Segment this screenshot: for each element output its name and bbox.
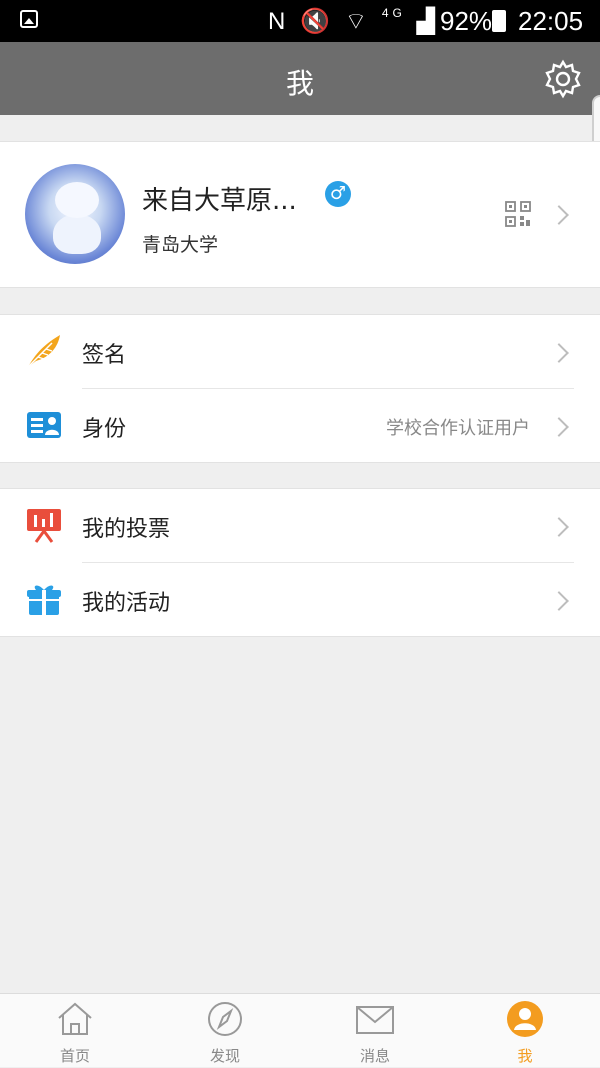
id-card-icon [27, 412, 61, 438]
network-type: 4G [381, 6, 406, 20]
clock: 22:05 [518, 6, 584, 36]
chevron-right-icon [549, 517, 569, 537]
tab-messages[interactable]: 消息 [300, 994, 450, 1068]
profile-info-group: 签名 身份 学校合作认证用户 [0, 314, 600, 463]
male-gender-icon: ♂ [325, 181, 351, 207]
menu-item-label: 我的投票 [82, 517, 171, 542]
status-icons: N 🔇 ⌔ 4G ▟ [268, 6, 439, 36]
tab-home[interactable]: 首页 [0, 994, 150, 1068]
compass-icon [208, 1002, 242, 1036]
gallery-notification-icon [20, 10, 38, 28]
tab-label: 首页 [59, 1047, 90, 1065]
chevron-right-icon [549, 417, 569, 437]
profile-card[interactable]: 来自大草原... ♂ 青岛大学 [0, 141, 600, 288]
battery-percent: 92% [440, 6, 493, 36]
tab-label: 消息 [359, 1047, 390, 1065]
tab-label: 我 [517, 1047, 533, 1065]
feather-icon [27, 335, 60, 368]
tab-me[interactable]: 我 [450, 994, 600, 1068]
menu-item-label: 签名 [82, 343, 127, 368]
menu-item-label: 我的活动 [82, 591, 171, 616]
menu-item-identity[interactable]: 身份 学校合作认证用户 [0, 389, 600, 463]
vote-chart-icon [27, 509, 61, 543]
gift-icon [27, 585, 61, 615]
settings-gear-icon[interactable] [543, 59, 583, 99]
page-title: 我 [285, 67, 314, 100]
activity-group: 我的投票 我的活动 [0, 488, 600, 637]
mail-icon [356, 1006, 394, 1034]
wifi-icon: ⌔ [344, 8, 372, 35]
battery-icon [492, 10, 506, 32]
chevron-right-icon [549, 591, 569, 611]
avatar[interactable] [25, 164, 125, 264]
menu-item-my-activities[interactable]: 我的活动 [0, 563, 600, 637]
app-header: 我 [0, 42, 600, 115]
menu-item-label: 身份 [82, 417, 127, 442]
menu-item-my-votes[interactable]: 我的投票 [0, 489, 600, 563]
menu-item-signature[interactable]: 签名 [0, 315, 600, 389]
user-icon [507, 1001, 543, 1037]
home-icon [58, 1002, 92, 1035]
user-name: 来自大草原... [142, 186, 297, 216]
identity-status: 学校合作认证用户 [386, 418, 530, 439]
qr-code-icon[interactable] [505, 201, 531, 227]
tab-label: 发现 [209, 1047, 240, 1065]
nfc-icon: N [268, 8, 290, 35]
chevron-right-icon [549, 205, 569, 225]
mute-icon: 🔇 [300, 8, 334, 35]
signal-icon: ▟ [416, 8, 439, 35]
tab-discover[interactable]: 发现 [150, 994, 300, 1068]
chevron-right-icon [549, 343, 569, 363]
bottom-tab-bar: 首页 发现 消息 我 [0, 993, 600, 1067]
user-school: 青岛大学 [142, 234, 219, 256]
status-bar: N 🔇 ⌔ 4G ▟ 92% 22:05 [0, 0, 600, 42]
